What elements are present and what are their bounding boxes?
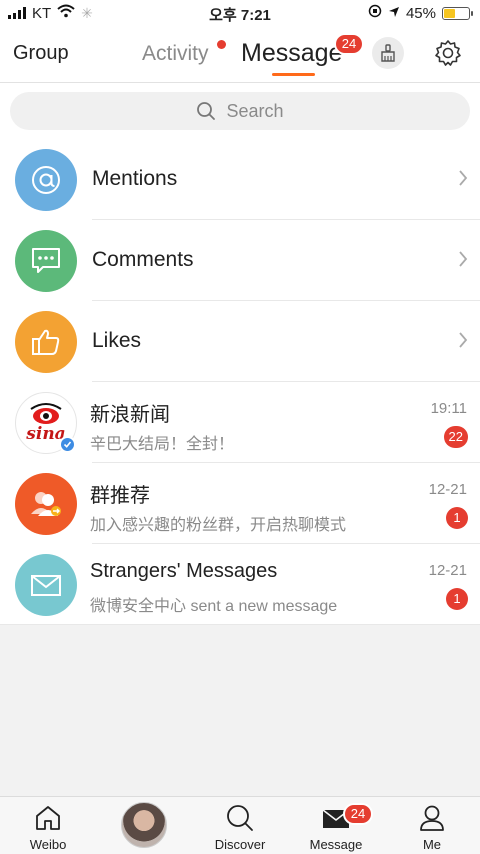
list-item-sina-news[interactable]: sina 新浪新闻 辛巴大结局！全封！ 19:11 22 xyxy=(0,382,480,463)
active-tab-indicator xyxy=(272,73,315,76)
battery-icon xyxy=(442,6,473,20)
status-right: 45% xyxy=(368,4,473,22)
chevron-right-icon xyxy=(459,170,468,186)
tab-discover[interactable]: Discover xyxy=(192,797,288,854)
tab-weibo[interactable]: Weibo xyxy=(0,797,96,854)
unread-badge: 1 xyxy=(446,588,468,610)
comments-label: Comments xyxy=(92,248,194,271)
status-bar: KT ✳ 오후 7:21 45% xyxy=(0,0,480,28)
top-header: Group Activity Message 24 xyxy=(0,28,480,83)
conversation-preview: 辛巴大结局！全封！ xyxy=(90,436,235,453)
conversation-preview: 加入感兴趣的粉丝群，开启热聊模式 xyxy=(90,517,347,534)
user-avatar xyxy=(121,802,167,848)
message-list: Mentions Comments Likes sina 新浪新闻 辛巴大结局！… xyxy=(0,139,480,625)
comment-icon xyxy=(32,248,60,273)
conversation-time: 12-21 xyxy=(428,481,467,498)
envelope-icon xyxy=(31,575,61,596)
bottom-tab-bar: Weibo Discover 24 Message Me xyxy=(0,796,480,854)
search-area: Search xyxy=(0,83,480,139)
message-badge: 24 xyxy=(343,803,373,825)
list-item-likes[interactable]: Likes xyxy=(0,301,480,382)
battery-percent: 45% xyxy=(405,4,436,22)
chevron-right-icon xyxy=(459,251,468,267)
orientation-lock-icon xyxy=(368,4,382,22)
comments-avatar xyxy=(15,230,77,292)
home-icon xyxy=(36,806,60,830)
tab-activity[interactable]: Activity xyxy=(142,42,209,66)
conversation-name: Strangers' Messages xyxy=(90,560,278,582)
conversation-time: 12-21 xyxy=(428,562,467,579)
chevron-right-icon xyxy=(459,332,468,348)
unread-badge: 22 xyxy=(443,426,468,448)
tab-label: Discover xyxy=(214,837,266,852)
gear-icon xyxy=(435,40,461,66)
message-badge: 24 xyxy=(334,33,364,55)
search-icon xyxy=(197,102,216,120)
location-icon xyxy=(388,5,400,22)
conversation-time: 19:11 xyxy=(430,400,467,417)
tab-compose[interactable] xyxy=(96,797,192,854)
mentions-label: Mentions xyxy=(92,167,178,190)
list-item-comments[interactable]: Comments xyxy=(0,220,480,301)
group-recommend-avatar xyxy=(15,473,77,535)
unread-badge: 1 xyxy=(446,507,468,529)
tab-label: Weibo xyxy=(29,837,67,852)
likes-label: Likes xyxy=(92,329,142,352)
conversation-name: 新浪新闻 xyxy=(90,404,170,426)
group-people-icon xyxy=(31,492,61,516)
broom-icon xyxy=(381,44,395,62)
thumbs-up-icon xyxy=(32,329,60,355)
conversation-preview: 微博安全中心 sent a new message xyxy=(90,598,338,615)
strangers-avatar xyxy=(15,554,77,616)
settings-button[interactable] xyxy=(432,37,464,69)
tab-label: Me xyxy=(422,837,442,852)
person-icon xyxy=(420,805,444,831)
list-item-strangers-messages[interactable]: Strangers' Messages 微博安全中心 sent a new me… xyxy=(0,544,480,625)
conversation-name: 群推荐 xyxy=(90,485,150,507)
clear-unread-button[interactable] xyxy=(372,37,404,69)
tab-me[interactable]: Me xyxy=(384,797,480,854)
tab-message-bottom[interactable]: 24 Message xyxy=(288,797,384,854)
mentions-avatar xyxy=(15,149,77,211)
search-input[interactable]: Search xyxy=(10,92,470,130)
tab-group[interactable]: Group xyxy=(13,42,69,65)
at-icon xyxy=(32,166,60,194)
tab-label: Message xyxy=(309,837,363,852)
search-icon xyxy=(227,805,253,831)
activity-dot xyxy=(217,40,226,49)
verified-icon xyxy=(59,436,76,453)
search-placeholder: Search xyxy=(226,100,284,121)
likes-avatar xyxy=(15,311,77,373)
tab-message[interactable]: Message xyxy=(241,39,342,68)
list-item-mentions[interactable]: Mentions xyxy=(0,139,480,220)
list-item-group-recommend[interactable]: 群推荐 加入感兴趣的粉丝群，开启热聊模式 12-21 1 xyxy=(0,463,480,544)
